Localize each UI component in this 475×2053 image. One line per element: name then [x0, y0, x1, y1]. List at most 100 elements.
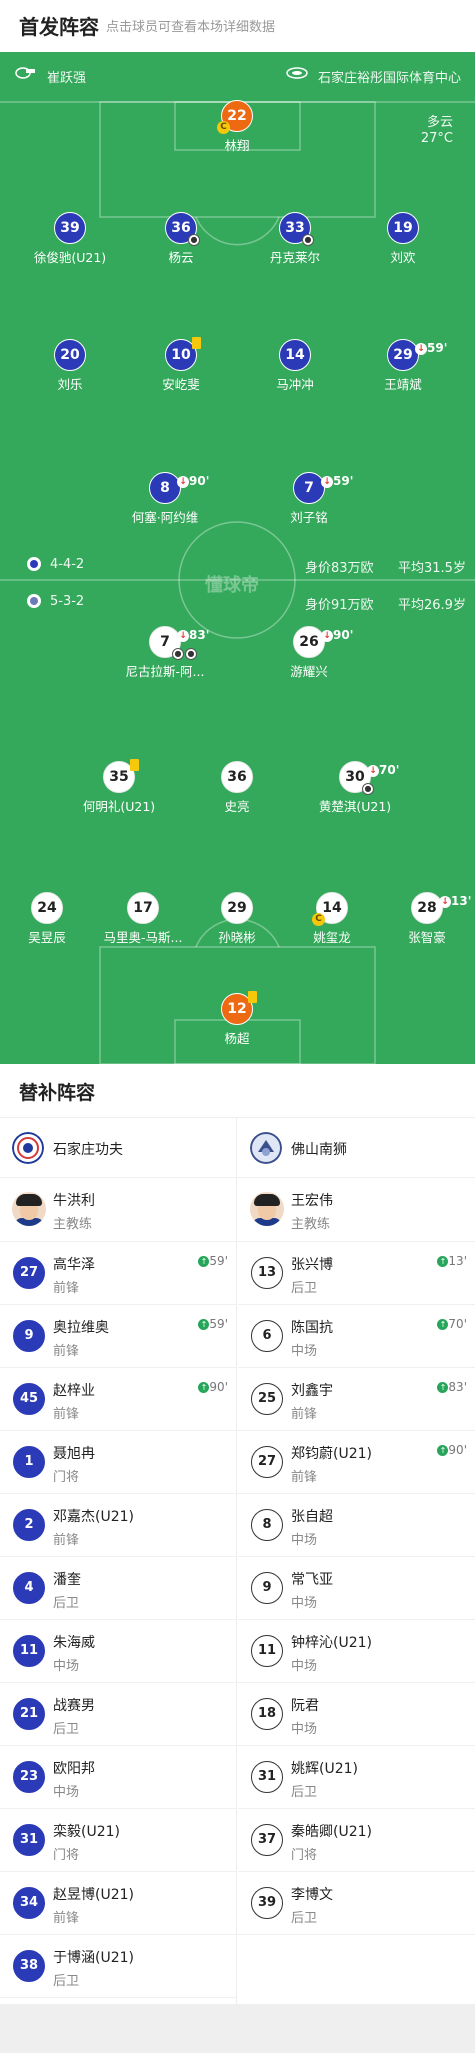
substitute-row[interactable]: 31 姚辉(U21) 后卫 — [238, 1746, 475, 1809]
sub-number: 9 — [13, 1320, 45, 1352]
sub-position: 前锋 — [53, 1533, 80, 1548]
substitute-row[interactable]: 27 高华泽 前锋 ↑ 59' — [0, 1242, 236, 1305]
substitute-row[interactable]: 1 聂旭冉 门将 — [0, 1431, 236, 1494]
player[interactable]: 12 杨超 — [182, 991, 292, 1047]
substitute-row[interactable]: 27 郑钧蔚(U21) 前锋 ↑ 90' — [238, 1431, 475, 1494]
stadium-name: 石家庄裕彤国际体育中心 — [318, 71, 462, 86]
player[interactable]: 39 徐俊驰(U21) — [15, 212, 125, 266]
player[interactable]: 10 安屹斐 — [126, 337, 236, 393]
substitute-row[interactable]: 4 潘奎 后卫 — [0, 1557, 236, 1620]
player[interactable]: 35 何明礼(U21) — [64, 759, 174, 815]
home-coach-row[interactable]: 牛洪利 主教练 — [0, 1178, 236, 1242]
away-team-row[interactable]: 佛山南狮 — [238, 1118, 475, 1178]
player[interactable]: 22 C 林翔 — [182, 100, 292, 154]
sub-name: 李博文 — [291, 1887, 333, 1903]
home-team-row[interactable]: 石家庄功夫 — [0, 1118, 236, 1178]
player[interactable]: 29 孙晓彬 — [182, 892, 292, 946]
player-name: 刘子铭 — [290, 510, 328, 525]
sub-name: 聂旭冉 — [53, 1446, 95, 1462]
sub-minute: 59' — [427, 341, 448, 355]
captain-icon: C — [312, 913, 325, 926]
sub-minute: 90' — [333, 628, 354, 642]
player[interactable]: 7 ● ● ↓ 83' 尼古拉斯-阿... — [110, 626, 220, 680]
sub-position: 中场 — [291, 1722, 318, 1737]
player-number: 28 ↓ 13' — [411, 892, 471, 924]
substitute-row[interactable]: 34 赵昱博(U21) 前锋 — [0, 1872, 236, 1935]
player-name: 马冲冲 — [276, 377, 314, 392]
sub-name: 赵昱博(U21) — [53, 1887, 134, 1903]
player[interactable]: 36 ● 杨云 — [126, 212, 236, 266]
substitute-row[interactable]: 6 陈国抗 中场 ↑ 70' — [238, 1305, 475, 1368]
sub-in-indicator: ↑ 70' — [437, 1317, 467, 1331]
player[interactable]: 33 ● 丹克莱尔 — [240, 212, 350, 266]
substitute-row[interactable]: 11 朱海威 中场 — [0, 1620, 236, 1683]
substitute-row[interactable]: 11 钟梓沁(U21) 中场 — [238, 1620, 475, 1683]
substitute-row[interactable]: 9 常飞亚 中场 — [238, 1557, 475, 1620]
substitute-row[interactable]: 37 秦皓卿(U21) 门将 — [238, 1809, 475, 1872]
player-name: 安屹斐 — [162, 377, 200, 392]
substitute-row[interactable]: 18 阮君 中场 — [238, 1683, 475, 1746]
sub-number: 27 — [13, 1257, 45, 1289]
sub-number: 2 — [13, 1509, 45, 1541]
stadium-icon — [286, 65, 308, 83]
substitute-row[interactable]: 39 李博文 后卫 — [238, 1872, 475, 1935]
player[interactable]: 29 ↓ 59' 王靖斌 — [348, 339, 458, 393]
whistle-icon — [14, 65, 36, 83]
sub-out-icon: ↓ — [177, 629, 189, 642]
sub-position: 后卫 — [53, 1974, 80, 1989]
yellow-card-icon — [130, 759, 139, 771]
player-number: 36 — [221, 761, 253, 793]
sub-position: 中场 — [53, 1785, 80, 1800]
away-coach-row[interactable]: 王宏伟 主教练 — [238, 1178, 475, 1242]
player-name: 丹克莱尔 — [269, 250, 320, 265]
sub-out-icon: ↓ — [415, 342, 427, 355]
home-team-icon — [26, 556, 42, 576]
sub-in-minute: 59' — [209, 1317, 228, 1331]
player[interactable]: 7 ↓ 59' 刘子铭 — [254, 472, 364, 526]
player-number: 8 ↓ 90' — [149, 472, 209, 504]
sub-in-icon: ↑ — [198, 1256, 210, 1267]
player-number: 19 — [387, 212, 419, 244]
sub-name: 张自超 — [291, 1509, 333, 1525]
substitute-row[interactable]: 31 栾毅(U21) 门将 — [0, 1809, 236, 1872]
player-name: 张智豪 — [408, 930, 446, 945]
yellow-card-icon — [192, 337, 201, 349]
player[interactable]: 14 C 姚玺龙 — [277, 892, 387, 946]
substitute-row[interactable]: 25 刘鑫宇 前锋 ↑ 83' — [238, 1368, 475, 1431]
player[interactable]: 19 刘欢 — [348, 212, 458, 266]
substitute-row[interactable]: 13 张兴博 后卫 ↑ 13' — [238, 1242, 475, 1305]
sub-number: 8 — [251, 1509, 283, 1541]
player[interactable]: 14 马冲冲 — [240, 339, 350, 393]
sub-in-icon: ↑ — [198, 1319, 210, 1330]
player[interactable]: 26 ↓ 90' 游耀兴 — [254, 626, 364, 680]
sub-name: 张兴博 — [291, 1257, 333, 1273]
player[interactable]: 28 ↓ 13' 张智豪 — [372, 892, 475, 946]
sub-minute: 83' — [189, 628, 210, 642]
player[interactable]: 8 ↓ 90' 何塞·阿约维 — [110, 472, 220, 526]
player-name: 杨超 — [224, 1031, 250, 1046]
player[interactable]: 36 史亮 — [182, 761, 292, 815]
sub-position: 后卫 — [291, 1911, 318, 1926]
substitute-row[interactable]: 2 邓嘉杰(U21) 前锋 — [0, 1494, 236, 1557]
substitute-row[interactable]: 23 欧阳邦 中场 — [0, 1746, 236, 1809]
player-number: 14 C — [312, 892, 348, 926]
away-subs-column: 佛山南狮 王宏伟 主教练 13 张兴博 后卫 ↑ 13' 6 陈国抗 中场 ↑ 70' 25 刘鑫宇前… — [238, 1118, 475, 2004]
player[interactable]: 20 刘乐 — [15, 339, 125, 393]
sub-out-icon: ↓ — [177, 475, 189, 488]
substitute-row[interactable]: 38 于博涵(U21) 后卫 — [0, 1935, 236, 1998]
sub-in-minute: 90' — [209, 1380, 228, 1394]
away-avg-age: 平均26.9岁 — [398, 598, 466, 613]
player-number: 36 ● — [165, 212, 200, 246]
substitute-row[interactable]: 45 赵梓业 前锋 ↑ 90' — [0, 1368, 236, 1431]
substitute-row[interactable]: 9 奥拉维奥 前锋 ↑ 59' — [0, 1305, 236, 1368]
player[interactable]: 30 ● ↓ 70' 黄楚淇(U21) — [300, 761, 410, 815]
home-team-name: 石家庄功夫 — [53, 1142, 123, 1158]
substitute-row[interactable]: 8 张自超 中场 — [238, 1494, 475, 1557]
pitch: 崔跃强 石家庄裕彤国际体育中心 多云 27°C 懂球帝 4-4-2 身价83万欧… — [0, 52, 475, 1064]
substitute-row[interactable]: 21 战赛男 后卫 — [0, 1683, 236, 1746]
substitutes-panel: 石家庄功夫 牛洪利 主教练 27 高华泽 前锋 ↑ 59' 9 奥拉维奥 前锋 ↑ 59' 45 赵梓… — [0, 1118, 475, 2004]
sub-in-indicator: ↑ 59' — [198, 1254, 228, 1268]
player[interactable]: 24 吴昱辰 — [0, 892, 102, 946]
sub-position: 门将 — [291, 1848, 318, 1863]
player-name: 徐俊驰(U21) — [33, 250, 107, 265]
